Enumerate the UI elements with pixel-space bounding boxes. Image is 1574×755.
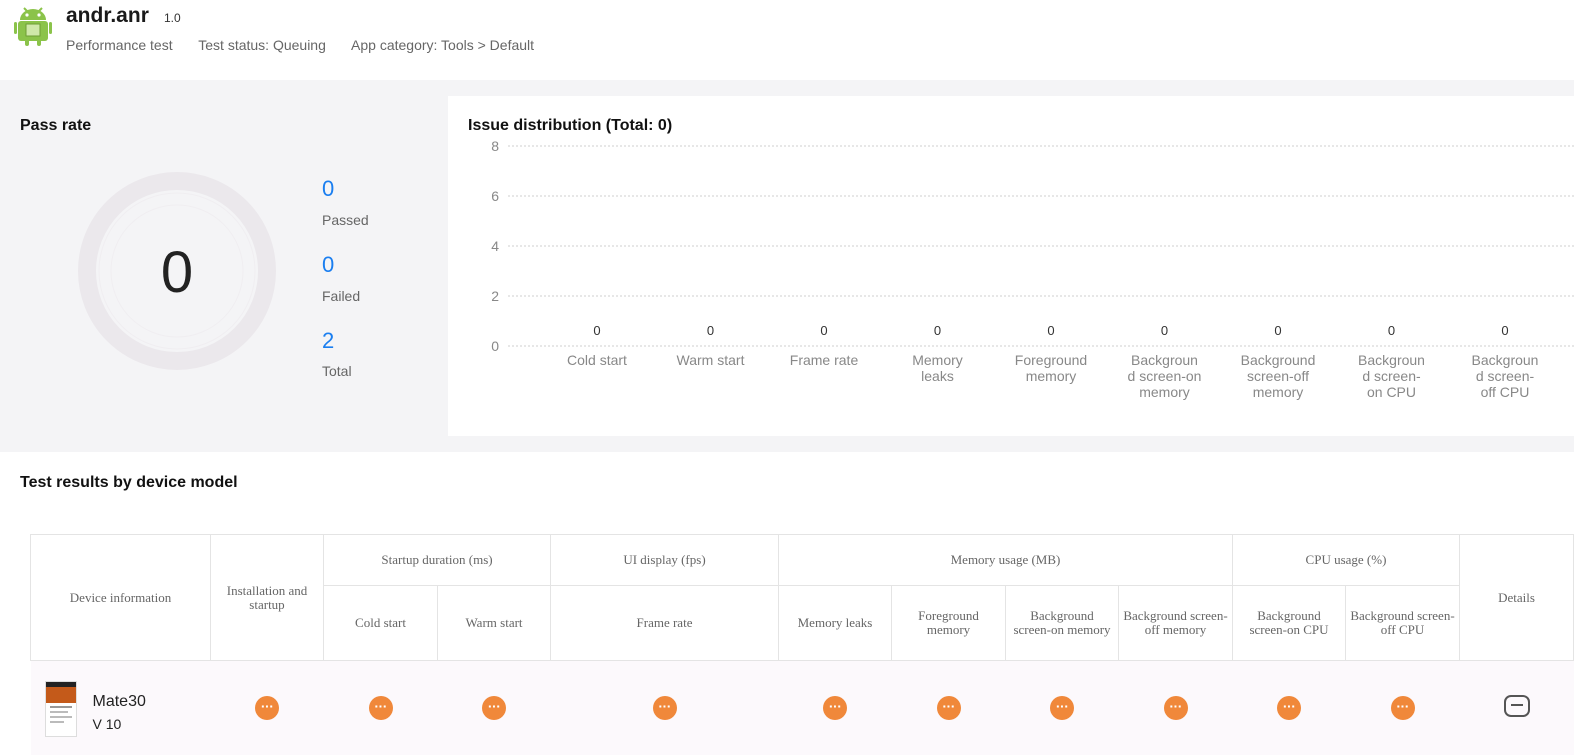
pending-status-icon[interactable]: ··· [1050,695,1074,720]
pending-status-icon[interactable]: ··· [936,695,961,720]
header-frame-rate: Frame rate [550,585,779,661]
header-details: Details [1459,534,1574,661]
device-name: Mate30 [92,693,146,710]
data-label: 0 [1274,323,1281,338]
pending-status-icon[interactable]: ··· [823,695,847,720]
header-ui-display: UI display (fps) [550,534,779,586]
header-bg-off-memory: Background screen-off memory [1118,585,1233,661]
data-label: 0 [934,323,941,338]
header-device-info: Device information [30,534,211,661]
pass-rate-title: Pass rate [20,117,92,134]
memory-leaks-cell: ··· [778,660,892,755]
x-tick-label: Foreground memory [1015,352,1087,384]
data-label: 0 [1388,323,1395,338]
foreground-memory-cell: ··· [891,660,1006,755]
issue-distribution-chart: 0 2 4 6 8 0 Cold start 0 Warm start 0 Frame rate 0 M… [491,138,1574,400]
total-count: 2 [322,328,335,353]
test-type: Performance test [66,37,173,53]
y-tick-label: 2 [491,288,499,304]
results-title: Test results by device model [20,474,238,491]
header-startup-duration: Startup duration (ms) [323,534,551,586]
app-version: 1.0 [164,11,181,25]
data-label: 0 [707,323,714,338]
pending-status-icon[interactable]: ··· [368,695,393,720]
data-label: 0 [1161,323,1168,338]
install-status-cell: ··· [210,660,324,755]
bg-off-memory-cell: ··· [1118,660,1233,755]
test-status: Test status: Queuing [198,37,326,53]
section-divider [0,436,1574,452]
y-tick-label: 8 [491,138,499,154]
bg-off-cpu-cell: ··· [1345,660,1460,755]
details-cell [1459,660,1574,755]
passed-count: 0 [322,176,335,201]
results-table: Device information Installation and star… [30,534,1574,755]
header-cpu-usage: CPU usage (%) [1232,534,1460,586]
pending-status-icon[interactable]: ··· [652,695,677,720]
pending-status-icon[interactable]: ··· [1163,695,1188,720]
x-tick-label: Backgroun d screen-off CPU [1472,352,1539,400]
section-divider [0,80,1574,96]
bg-on-cpu-cell: ··· [1232,660,1346,755]
x-tick-label: Backgroun d screen-on memory [1128,352,1202,400]
pending-status-icon[interactable]: ··· [482,695,506,720]
data-label: 0 [1501,323,1508,338]
total-label: Total [322,363,352,379]
failed-label: Failed [322,288,361,304]
header-warm-start: Warm start [437,585,551,661]
android-app-icon [14,6,52,46]
pass-rate-value: 0 [160,240,194,305]
header-memory-usage: Memory usage (MB) [778,534,1233,586]
header-foreground-memory: Foreground memory [891,585,1006,661]
data-label: 0 [593,323,600,338]
passed-label: Passed [322,212,369,228]
app-name: andr.anr [66,4,149,27]
data-label: 0 [820,323,827,338]
header-bg-on-cpu: Background screen-on CPU [1232,585,1346,661]
header-bg-off-cpu: Background screen-off CPU [1345,585,1460,661]
header-bg-on-memory: Background screen-on memory [1005,585,1119,661]
cold-start-cell: ··· [323,660,438,755]
x-tick-label: Backgroun d screen-on CPU [1358,352,1425,400]
x-tick-label: Warm start [677,352,745,368]
frame-rate-cell: ··· [550,660,779,755]
pending-status-icon[interactable]: ··· [255,695,279,720]
pending-status-icon[interactable]: ··· [1277,695,1301,720]
pending-status-icon[interactable]: ··· [1390,695,1415,720]
x-tick-label: Memory leaks [912,352,963,384]
y-tick-label: 4 [491,238,499,254]
header-install-startup: Installation and startup [210,534,324,661]
y-tick-label: 0 [491,338,499,354]
device-thumbnail [44,681,77,737]
bg-on-memory-cell: ··· [1005,660,1119,755]
x-tick-label: Cold start [567,352,627,368]
warm-start-cell: ··· [437,660,551,755]
y-tick-label: 6 [491,188,499,204]
data-label: 0 [1047,323,1054,338]
header-memory-leaks: Memory leaks [778,585,892,661]
table-row: Mate30 V 10 ··· ··· ··· ··· ··· ··· ··· … [30,660,1574,755]
device-os-version: V 10 [92,716,122,732]
x-tick-label: Frame rate [790,352,859,368]
header-cold-start: Cold start [323,585,438,661]
failed-count: 0 [322,252,335,277]
app-meta-row: Performance test Test status: Queuing Ap… [66,37,556,53]
details-icon[interactable] [1503,694,1530,717]
app-category: App category: Tools > Default [351,37,535,53]
x-tick-label: Background screen-off memory [1241,352,1316,400]
device-info-cell: Mate30 V 10 [30,660,211,755]
